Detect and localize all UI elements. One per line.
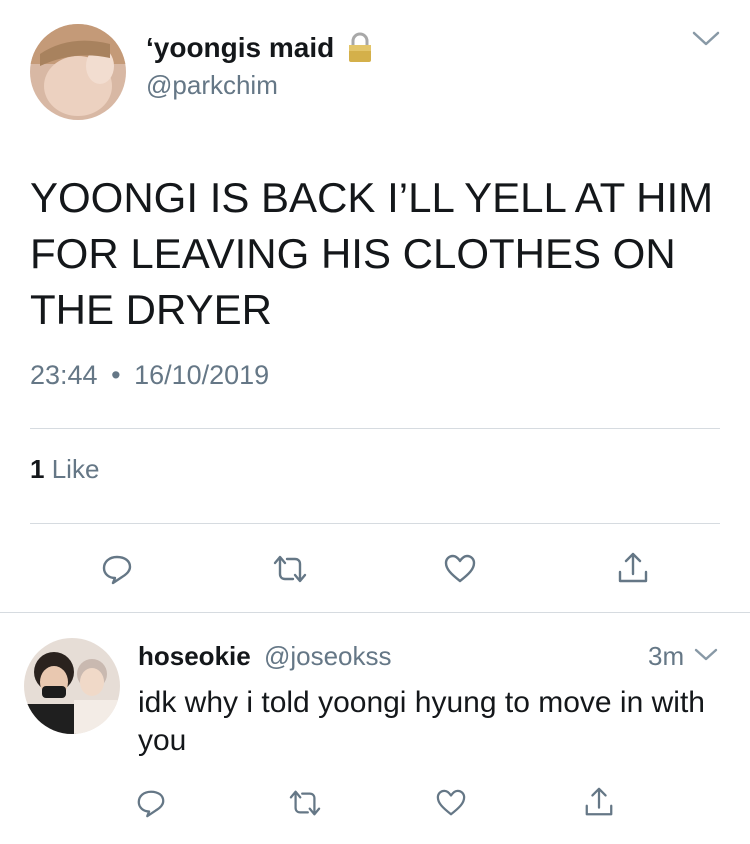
chevron-down-icon[interactable] <box>692 644 720 666</box>
likes-label: Like <box>51 454 100 484</box>
section-divider <box>0 612 750 613</box>
handle[interactable]: @parkchim <box>146 70 278 101</box>
avatar[interactable] <box>30 24 126 120</box>
reply-icon[interactable] <box>134 786 168 820</box>
retweet-icon[interactable] <box>270 551 310 587</box>
date: 16/10/2019 <box>134 360 270 390</box>
reply-icon[interactable] <box>99 551 135 587</box>
timestamp: 23:44 • 16/10/2019 <box>30 360 269 391</box>
avatar[interactable] <box>24 638 120 734</box>
likes-count: 1 <box>30 454 45 484</box>
timestamp: 3m <box>648 641 685 671</box>
display-name[interactable]: hoseokie <box>138 641 251 671</box>
divider <box>30 523 720 524</box>
tweet-text: YOONGI IS BACK I’LL YELL AT HIM FOR LEAV… <box>30 174 714 333</box>
share-icon[interactable] <box>615 549 651 587</box>
likes-stat[interactable]: 1 Like <box>30 454 99 485</box>
display-name[interactable]: ‘yoongis maid <box>146 32 334 64</box>
handle[interactable]: @joseokss <box>264 641 392 671</box>
divider <box>30 428 720 429</box>
separator-dot: • <box>111 360 121 390</box>
heart-icon[interactable] <box>442 551 478 587</box>
lock-icon <box>346 32 374 64</box>
time: 23:44 <box>30 360 98 390</box>
share-icon[interactable] <box>582 784 616 820</box>
chevron-down-icon[interactable] <box>690 28 722 50</box>
retweet-icon[interactable] <box>286 786 324 820</box>
tweet-text: idk why i told yoongi hyung to move in w… <box>138 686 705 757</box>
heart-icon[interactable] <box>434 786 468 820</box>
